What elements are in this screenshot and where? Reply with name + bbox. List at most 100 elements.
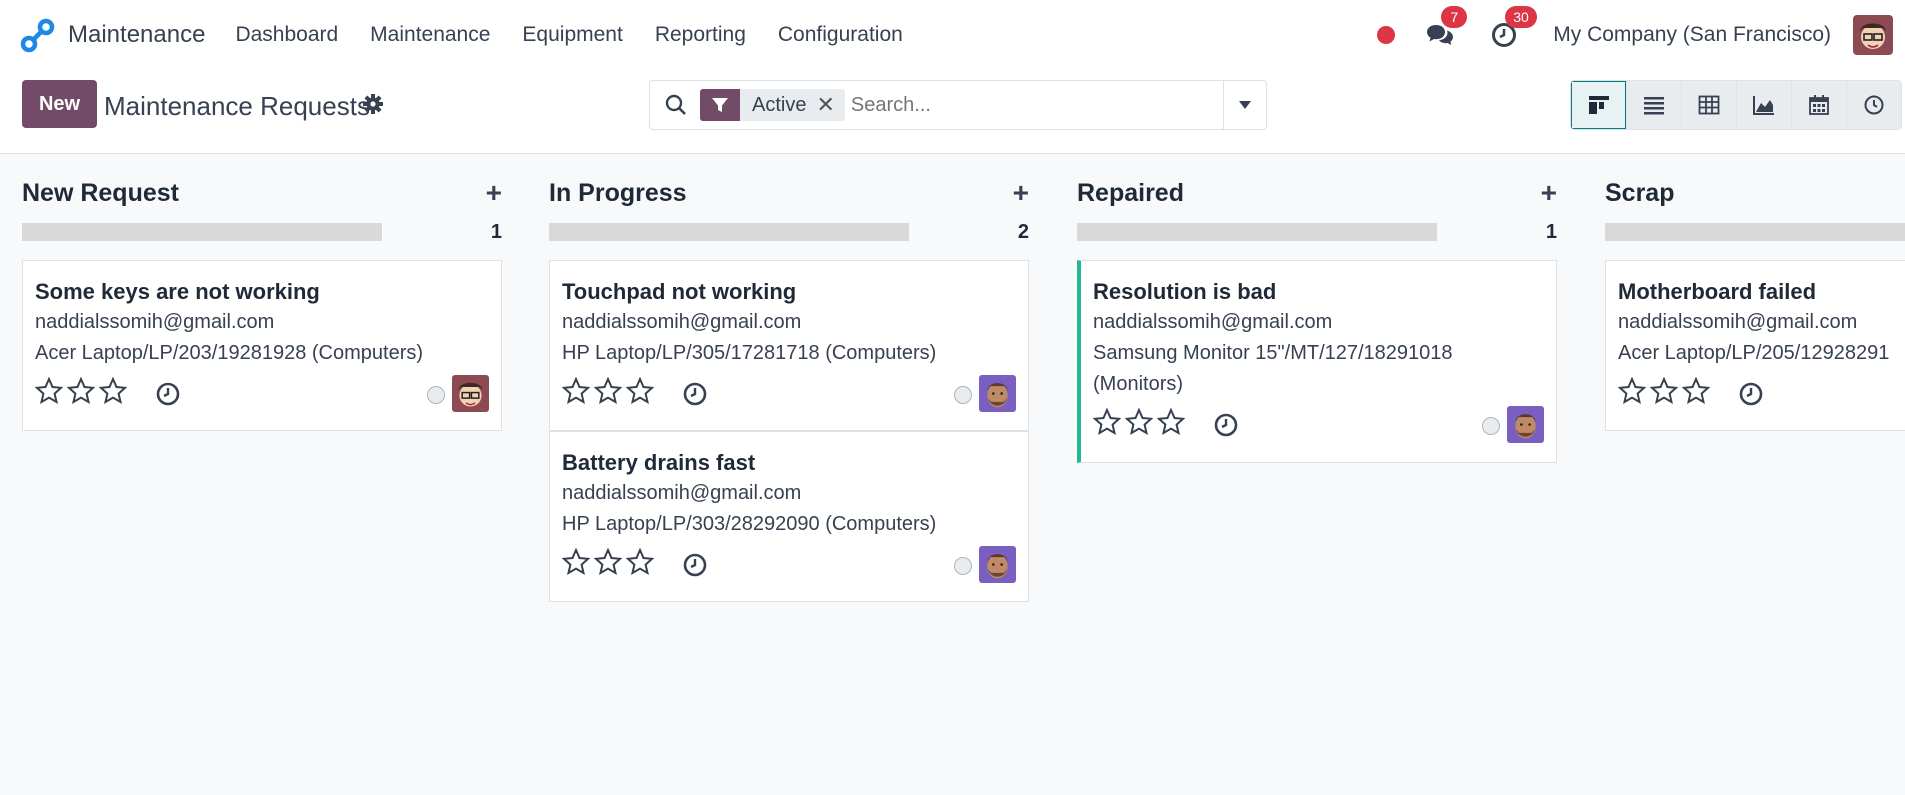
view-graph-button[interactable] — [1736, 81, 1791, 129]
view-activity-button[interactable] — [1846, 81, 1901, 129]
column-title[interactable]: In Progress — [549, 179, 687, 208]
kanban-card[interactable]: Touchpad not working naddialssomih@gmail… — [549, 260, 1029, 431]
kanban-card[interactable]: Some keys are not working naddialssomih@… — [22, 260, 502, 431]
kanban-column-repaired: Repaired + 1 Resolution is bad naddialss… — [1077, 155, 1557, 463]
search-input[interactable] — [850, 93, 1211, 117]
quick-create-plus-icon[interactable]: + — [1541, 177, 1557, 209]
card-title: Touchpad not working — [562, 279, 797, 304]
table-icon — [1698, 95, 1720, 115]
column-title[interactable]: Repaired — [1077, 179, 1184, 208]
activity-clock-icon[interactable] — [1213, 412, 1239, 438]
column-header: Scrap — [1605, 155, 1905, 241]
activity-clock-icon[interactable] — [155, 381, 181, 407]
new-button[interactable]: New — [22, 80, 97, 128]
column-progress-bar[interactable] — [549, 223, 909, 241]
search-icon[interactable] — [664, 93, 688, 117]
technician-avatar-icon — [979, 375, 1016, 412]
card-email: naddialssomih@gmail.com — [1618, 311, 1858, 333]
star-icon[interactable] — [1157, 408, 1185, 436]
star-icon[interactable] — [1618, 377, 1646, 405]
user-avatar-icon — [1853, 14, 1893, 55]
kanban-icon — [1588, 96, 1609, 114]
view-list-button[interactable] — [1626, 81, 1681, 129]
card-footer — [562, 546, 1016, 590]
kanban-column-new-request: New Request + 1 Some keys are not workin… — [22, 155, 502, 431]
star-icon[interactable] — [1650, 377, 1678, 405]
star-icon[interactable] — [562, 548, 590, 576]
card-email: naddialssomih@gmail.com — [562, 482, 802, 504]
column-progress-bar[interactable] — [1077, 223, 1437, 241]
card-equipment: HP Laptop/LP/303/28292090 (Computers) — [562, 513, 937, 535]
card-user-avatar[interactable] — [979, 375, 1016, 412]
star-icon[interactable] — [1125, 408, 1153, 436]
card-equipment: Acer Laptop/LP/203/19281928 (Computers) — [35, 342, 424, 364]
view-pivot-button[interactable] — [1681, 81, 1736, 129]
calendar-icon — [1809, 95, 1829, 115]
search-bar: Active ✕ — [649, 80, 1267, 130]
messages-button[interactable]: 7 — [1425, 5, 1468, 50]
card-footer — [1093, 406, 1544, 450]
kanban-state-dot[interactable] — [954, 386, 972, 404]
star-icon[interactable] — [67, 377, 95, 405]
card-equipment: Acer Laptop/LP/205/12928291 — [1618, 342, 1890, 364]
star-icon[interactable] — [626, 377, 654, 405]
card-email: naddialssomih@gmail.com — [35, 311, 275, 333]
column-progress-bar[interactable] — [1605, 223, 1905, 241]
card-user-avatar[interactable] — [1507, 406, 1544, 443]
card-user-avatar[interactable] — [452, 375, 489, 412]
view-kanban-button[interactable] — [1571, 81, 1626, 129]
star-icon[interactable] — [626, 548, 654, 576]
menu-configuration[interactable]: Configuration — [778, 23, 903, 47]
kanban-card[interactable]: Motherboard failed naddialssomih@gmail.c… — [1605, 260, 1905, 431]
column-header: Repaired + 1 — [1077, 155, 1557, 243]
activity-clock-icon[interactable] — [682, 552, 708, 578]
card-user-avatar[interactable] — [979, 546, 1016, 583]
star-icon[interactable] — [594, 377, 622, 405]
kanban-state-dot[interactable] — [427, 386, 445, 404]
company-switcher[interactable]: My Company (San Francisco) — [1553, 23, 1831, 47]
activities-button[interactable]: 30 — [1489, 5, 1537, 50]
column-header: New Request + 1 — [22, 155, 502, 243]
star-icon[interactable] — [594, 548, 622, 576]
app-brand[interactable]: Maintenance — [20, 17, 235, 53]
search-options-toggle[interactable] — [1223, 81, 1266, 129]
menu-maintenance[interactable]: Maintenance — [370, 23, 490, 47]
quick-create-plus-icon[interactable]: + — [1013, 177, 1029, 209]
column-title[interactable]: Scrap — [1605, 179, 1674, 208]
recording-indicator-icon[interactable] — [1377, 25, 1396, 44]
column-title[interactable]: New Request — [22, 179, 179, 208]
menu-dashboard[interactable]: Dashboard — [235, 23, 338, 47]
star-icon[interactable] — [35, 377, 63, 405]
gear-icon[interactable] — [362, 93, 384, 115]
kanban-card[interactable]: Battery drains fast naddialssomih@gmail.… — [549, 431, 1029, 602]
priority-stars — [1618, 377, 1714, 405]
kanban-state-dot[interactable] — [954, 557, 972, 575]
navbar-systray: 7 30 My Company (San Francisco) — [1377, 0, 1905, 69]
top-navbar: Maintenance Dashboard Maintenance Equipm… — [0, 0, 1905, 69]
star-icon[interactable] — [1682, 377, 1710, 405]
menu-equipment[interactable]: Equipment — [522, 23, 622, 47]
card-email: naddialssomih@gmail.com — [1093, 311, 1333, 333]
control-panel: New Maintenance Requests Active ✕ Search… — [0, 69, 1905, 154]
column-header: In Progress + 2 — [549, 155, 1029, 243]
card-title: Battery drains fast — [562, 450, 756, 475]
kanban-card[interactable]: Resolution is bad naddialssomih@gmail.co… — [1077, 260, 1557, 463]
filter-facet: Active ✕ — [700, 89, 845, 121]
activity-clock-icon[interactable] — [1738, 381, 1764, 407]
menu-reporting[interactable]: Reporting — [655, 23, 746, 47]
column-count: 1 — [1545, 221, 1557, 243]
filter-facet-label: Active — [752, 93, 807, 116]
technician-avatar-icon — [979, 546, 1016, 583]
remove-facet-close-icon[interactable]: ✕ — [816, 92, 844, 118]
quick-create-plus-icon[interactable]: + — [486, 177, 502, 209]
kanban-state-dot[interactable] — [1482, 417, 1500, 435]
kanban-column-scrap: Scrap Motherboard failed naddialssomih@g… — [1605, 155, 1905, 795]
star-icon[interactable] — [1093, 408, 1121, 436]
view-calendar-button[interactable] — [1791, 81, 1846, 129]
user-avatar[interactable] — [1853, 14, 1893, 55]
star-icon[interactable] — [562, 377, 590, 405]
column-progress-bar[interactable] — [22, 223, 382, 241]
star-icon[interactable] — [99, 377, 127, 405]
activity-clock-icon[interactable] — [682, 381, 708, 407]
kanban-column-in-progress: In Progress + 2 Touchpad not working nad… — [549, 155, 1029, 602]
